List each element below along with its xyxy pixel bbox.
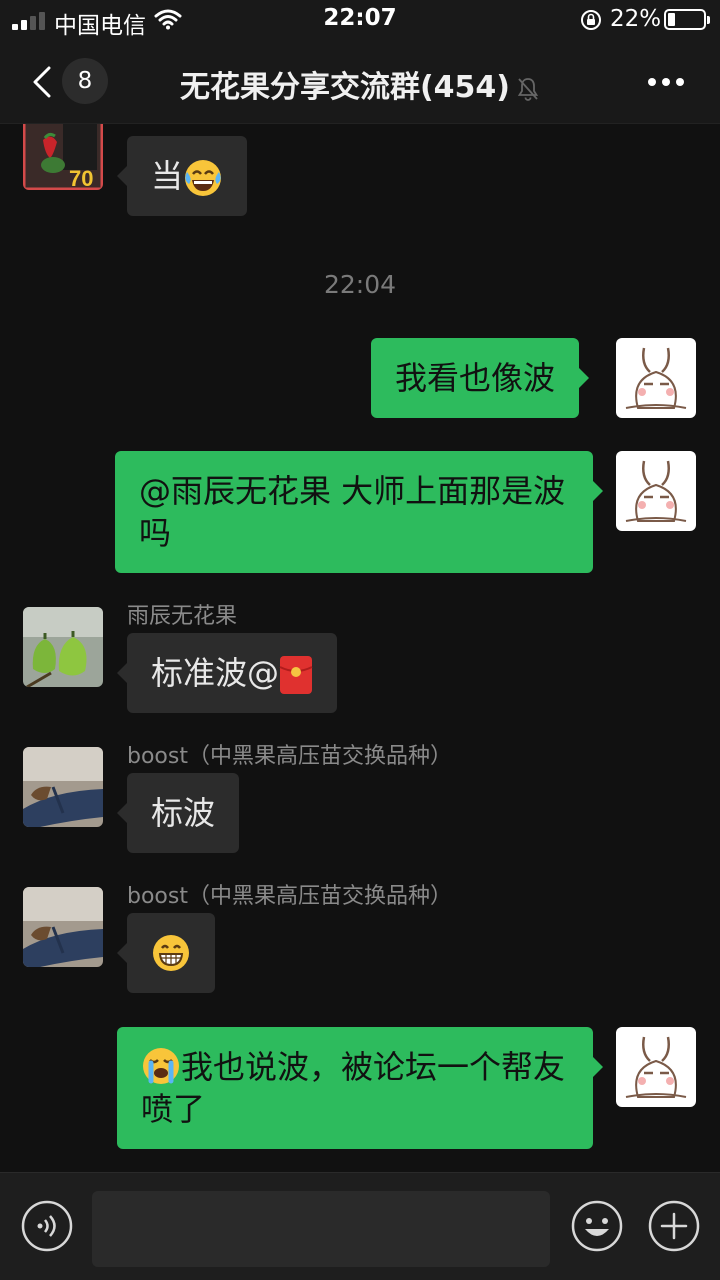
bell-muted-icon [517, 77, 539, 101]
message-text: 当 [151, 157, 184, 195]
message-text: 标准波@ [151, 654, 280, 692]
message-bubble-outgoing[interactable]: @雨辰无花果 大师上面那是波吗 [115, 451, 603, 573]
avatar-bunny-self[interactable] [616, 338, 696, 418]
sender-name: boost（中黑果高压苗交换品种） [127, 744, 452, 769]
nav-bar: 8 无花果分享交流群(454) [0, 40, 720, 124]
more-actions-button[interactable] [647, 1199, 701, 1253]
voice-input-button[interactable] [20, 1199, 74, 1253]
rotation-lock-icon [581, 10, 601, 30]
input-bar [0, 1172, 720, 1280]
message-text: @雨辰无花果 大师上面那是波吗 [139, 472, 566, 552]
chat-title-text: 无花果分享交流群(454) [179, 70, 511, 105]
face-with-tears-of-joy-icon [185, 160, 222, 196]
sender-name: 雨辰无花果 [127, 604, 238, 629]
avatar-bunny-self[interactable] [616, 1027, 696, 1107]
svg-text:70: 70 [69, 166, 93, 190]
message-bubble-incoming[interactable]: 当 [116, 136, 248, 216]
chat-screen: 中国电信 22:07 22% 8 无花果分享交流群(454) 70 当 22:0… [0, 0, 720, 1280]
message-bubble-incoming[interactable]: 标波 [116, 773, 240, 853]
grinning-face-icon [153, 935, 189, 971]
chat-title[interactable]: 无花果分享交流群(454) [0, 62, 720, 106]
battery-icon [664, 9, 710, 30]
avatar-bunny-self[interactable] [616, 451, 696, 531]
avatar-strawberry[interactable]: 70 [23, 124, 103, 190]
message-input[interactable] [92, 1191, 550, 1267]
emoji-picker-button[interactable] [570, 1199, 624, 1253]
message-bubble-outgoing[interactable]: 我看也像波 [371, 338, 590, 418]
message-bubble-incoming[interactable] [117, 913, 215, 993]
message-text: 标波 [151, 794, 216, 832]
status-bar: 中国电信 22:07 22% [0, 0, 720, 40]
battery-percent: 22% [610, 6, 662, 32]
message-list[interactable]: 70 当 22:04 我看也像波 @雨辰无花果 大师上面那是波吗 雨辰无花果 标… [0, 124, 720, 1172]
red-envelope-icon [279, 656, 313, 694]
message-text: 我也说波，被论坛一个帮友喷了 [141, 1048, 566, 1128]
avatar-figs[interactable] [23, 607, 103, 687]
sender-name: boost（中黑果高压苗交换品种） [127, 884, 452, 909]
message-text: 我看也像波 [395, 359, 556, 397]
avatar-boost[interactable] [23, 887, 103, 967]
loudly-crying-face-icon [143, 1048, 179, 1084]
message-bubble-incoming[interactable]: 标准波@ [116, 633, 338, 713]
message-timestamp: 22:04 [323, 270, 397, 299]
message-bubble-outgoing[interactable]: 我也说波，被论坛一个帮友喷了 [117, 1027, 603, 1149]
more-options-button[interactable] [640, 68, 692, 98]
avatar-boost[interactable] [23, 747, 103, 827]
